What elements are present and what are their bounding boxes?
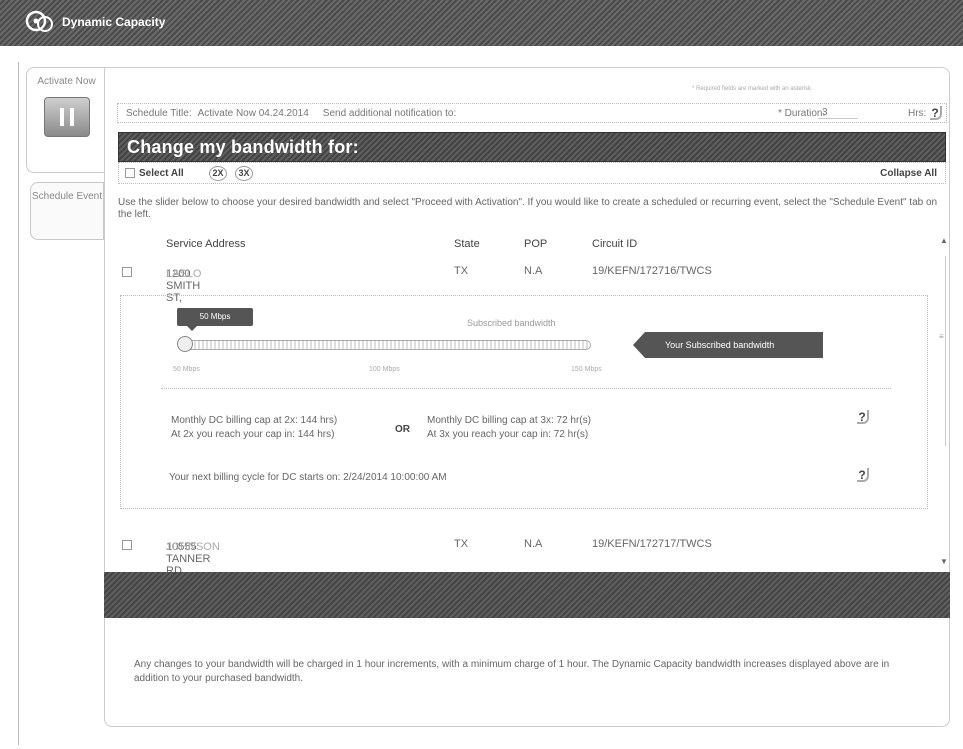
subscribed-bandwidth-label: Subscribed bandwidth [467,318,556,328]
col-state: State [454,238,480,250]
slider-value-badge: 50 Mbps [177,308,253,331]
slider-tick-label: 50 Mbps [173,366,200,373]
billing-cap-help-icon[interactable]: ? [857,410,869,424]
change-bandwidth-header: Change my bandwidth for: [118,132,946,162]
tab-schedule-event[interactable]: Schedule Event [30,182,104,240]
table-header: Service Address State POP Circuit ID [104,236,934,254]
scroll-up-icon[interactable]: ▲ [940,236,948,245]
app-title: Dynamic Capacity [62,15,166,29]
multiplier-2x-button[interactable]: 2X [209,166,227,181]
or-label: OR [395,424,410,435]
divider [161,388,891,389]
circuit-detail-panel: 50 Mbps Subscribed bandwidth 50 Mbps 100… [120,295,928,509]
required-fields-note: * Required fields are marked with an ast… [692,86,812,92]
address-city: LASLO [166,268,202,280]
cap-2x-info: Monthly DC billing cap at 2x: 144 hrs) A… [171,414,337,442]
col-service-address: Service Address [166,238,246,250]
cap-3x-line2: At 3x you reach your cap in: 72 hr(s) [427,429,589,440]
scrollbar-grip-icon: ≡ [939,332,944,341]
scrollbar[interactable]: ▲ ≡ ▼ [938,236,948,566]
row-checkbox[interactable] [122,267,132,277]
bandwidth-slider-track[interactable] [181,340,591,350]
schedule-title-label: Schedule Title: [126,107,192,119]
page-title: Change my bandwidth for: [127,137,359,157]
instructions-text: Use the slider below to choose your desi… [118,197,938,220]
next-billing-text: Your next billing cycle for DC starts on… [169,472,447,483]
scrollbar-thumb[interactable] [940,256,946,446]
pause-icon [43,97,90,137]
select-all-label: Select All [139,168,184,179]
state-cell: TX [454,265,469,277]
row-checkbox[interactable] [122,540,132,550]
footer-note: Any changes to your bandwidth will be ch… [134,659,890,684]
select-all-checkbox[interactable]: Select All [125,168,184,179]
schedule-row: Schedule Title: Activate Now 04.24.2014 … [117,103,947,123]
address-city: JOHNSON [166,541,220,553]
collapse-all-link[interactable]: Collapse All [880,168,937,179]
dynamic-capacity-logo-icon [25,10,53,32]
select-toolbar: Select All 2X 3X Collapse All [118,162,946,184]
circuit-cell: 19/KEFN/172716/TWCS [592,265,712,277]
circuit-cell: 19/KEFN/172717/TWCS [592,538,712,550]
cap-3x-info: Monthly DC billing cap at 3x: 72 hr(s) A… [427,414,591,442]
slider-tick-label: 150 Mbps [571,366,602,373]
state-cell: TX [454,538,469,550]
pop-cell: N.A [524,538,543,550]
proceed-activation-bar[interactable] [104,572,950,618]
cap-3x-line1: Monthly DC billing cap at 3x: 72 hr(s) [427,415,591,426]
notification-field[interactable]: Send additional notification to: [323,108,456,119]
schedule-title-field[interactable]: Activate Now 04.24.2014 [198,108,309,119]
hrs-label: Hrs: [908,107,927,119]
tab-schedule-event-label: Schedule Event [31,191,103,202]
app-titlebar: Dynamic Capacity [0,0,963,46]
slider-tick-label: 100 Mbps [369,366,400,373]
cap-2x-line1: Monthly DC billing cap at 2x: 144 hrs) [171,415,338,426]
bandwidth-slider-handle[interactable] [177,336,193,352]
scroll-down-icon[interactable]: ▼ [940,557,948,566]
col-pop: POP [524,238,548,250]
table-row[interactable]: 10555 TANNER RD, JOHNSON TX N.A 19/KEFN/… [104,535,934,577]
col-circuit-id: Circuit ID [592,238,638,250]
subscribed-bandwidth-callout: Your Subscribed bandwidth [633,332,823,358]
billing-cycle-help-icon[interactable]: ? [857,468,869,482]
duration-input[interactable]: 3 [818,107,858,119]
checkbox-icon [125,168,135,179]
tab-activate-now-label: Activate Now [37,76,96,87]
table-row[interactable]: 1200 SMITH ST, LASLO TX N.A 19/KEFN/1727… [104,262,934,304]
pop-cell: N.A [524,265,543,277]
duration-help-icon[interactable]: ? [930,106,942,120]
multiplier-3x-button[interactable]: 3X [235,166,253,181]
cap-2x-line2: At 2x you reach your cap in: 144 hrs) [171,429,335,440]
tab-activate-now[interactable]: Activate Now [26,67,106,173]
